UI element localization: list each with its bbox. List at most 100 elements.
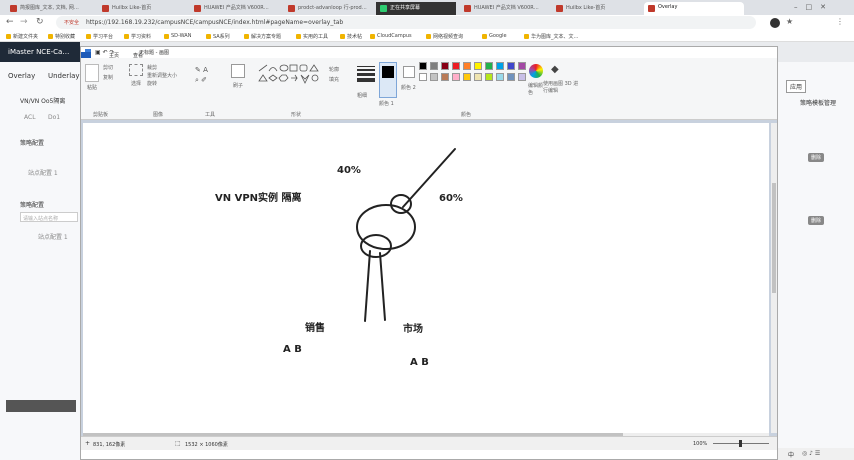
bookmark[interactable]: 解决方案专题	[244, 33, 281, 40]
copy-button[interactable]: 复制	[103, 74, 113, 81]
color-swatch[interactable]	[474, 62, 482, 70]
paint3d-icon[interactable]: ◆	[551, 64, 559, 75]
zoom-slider[interactable]	[713, 440, 769, 447]
brush-icon[interactable]	[231, 64, 245, 78]
size-icon[interactable]	[357, 64, 375, 86]
bookmark[interactable]: 新建文件夹	[6, 33, 38, 40]
tools-group-label: 工具	[205, 112, 216, 118]
label-60pct: 60%	[439, 193, 463, 204]
cut-button[interactable]: 剪切	[103, 64, 113, 71]
site-search-input[interactable]: 请输入站点名称	[20, 212, 78, 222]
apply-button[interactable]: 应用	[786, 80, 807, 93]
menu-icon[interactable]: ⋮	[836, 17, 844, 26]
color-swatch[interactable]	[518, 62, 526, 70]
tab-favicon-icon	[194, 5, 201, 12]
browser-tab[interactable]: HUAWEI 产品文档 V600R…	[460, 2, 548, 15]
delete-button[interactable]: 删除	[808, 216, 825, 225]
policy-template-link[interactable]: 策略模板管理	[800, 98, 836, 107]
color-swatch[interactable]	[419, 73, 427, 81]
resize-button[interactable]: 重新调整大小	[147, 72, 177, 79]
address-bar[interactable]: 不安全 https://192.168.19.232/campusNCE/cam…	[56, 16, 756, 29]
bookmarks-bar: 新建文件夹 特别收藏 学习平台 学习资料 SD-WAN SA系列 解决方案专题 …	[0, 31, 854, 42]
system-tray: 中 ◎ ♪ ☰	[778, 448, 854, 460]
bookmark[interactable]: 实用的工具	[296, 33, 328, 40]
nce-app-right-panel: 应用 策略模板管理 删除 删除	[778, 62, 854, 460]
acl-tab[interactable]: ACL	[24, 114, 36, 121]
color-swatch[interactable]	[474, 73, 482, 81]
color-swatch[interactable]	[496, 73, 504, 81]
tab-favicon-icon	[556, 5, 563, 12]
bookmark[interactable]: 学习资料	[124, 33, 151, 40]
crop-button[interactable]: 裁剪	[147, 64, 157, 71]
bookmark[interactable]: Google	[482, 33, 507, 39]
bookmark[interactable]: 特别收藏	[48, 33, 75, 40]
drawing-canvas[interactable]: 40% 60% VN VPN实例 隔离 销售 市场 A B A B	[83, 123, 769, 433]
bookmark[interactable]: CloudCampus	[370, 33, 412, 39]
edit-colors-icon[interactable]	[529, 64, 543, 78]
zoom-level: 100%	[693, 441, 708, 447]
color-swatch[interactable]	[452, 62, 460, 70]
color-swatch[interactable]	[507, 62, 515, 70]
bookmark[interactable]: 学习平台	[86, 33, 113, 40]
bookmark[interactable]: 网络视频查询	[426, 33, 463, 40]
bookmark[interactable]: SA系列	[206, 33, 230, 40]
site-config-item[interactable]: 站点配置 1	[38, 232, 68, 241]
vertical-line-right	[379, 252, 386, 321]
tab-favicon-icon	[464, 5, 471, 12]
color-swatch[interactable]	[419, 62, 427, 70]
rotate-button[interactable]: 旋转	[147, 80, 157, 87]
reload-icon[interactable]: ↻	[36, 17, 44, 27]
forward-icon[interactable]: →	[20, 17, 28, 27]
vn-isolation-item[interactable]: VN/VN Oo5隔离	[20, 96, 65, 105]
color-swatch[interactable]	[441, 73, 449, 81]
color-swatch[interactable]	[430, 73, 438, 81]
browser-tab[interactable]: HUAWEI 产品文档 V600R…	[190, 2, 280, 15]
tab-favicon-icon	[102, 5, 109, 12]
tray-icons[interactable]: ◎ ♪ ☰	[802, 450, 820, 457]
color-swatch[interactable]	[485, 62, 493, 70]
color-swatch[interactable]	[441, 62, 449, 70]
ime-indicator[interactable]: 中	[788, 450, 794, 459]
nav-overlay[interactable]: Overlay	[8, 72, 35, 80]
eyedropper-icon[interactable]: ⌕ ✐	[195, 76, 207, 85]
screen-share-tab[interactable]: 正在共享屏幕	[376, 2, 456, 15]
browser-tab-active[interactable]: Overlay	[644, 2, 744, 15]
color-swatch[interactable]	[452, 73, 460, 81]
color-swatch[interactable]	[485, 73, 493, 81]
browser-tab[interactable]: Huilbx Like-首页	[98, 2, 186, 15]
shapes-gallery[interactable]	[257, 64, 327, 90]
share-icon	[380, 5, 387, 12]
profile-avatar[interactable]	[770, 18, 780, 28]
delete-button[interactable]: 删除	[808, 153, 825, 162]
window-controls[interactable]: –□✕	[794, 3, 854, 13]
browser-tab[interactable]: prodct-advanloop 行-prod…	[284, 2, 372, 15]
extensions-icon[interactable]: ★	[786, 17, 793, 26]
nav-underlay[interactable]: Underlay	[48, 72, 80, 80]
color-swatch[interactable]	[507, 73, 515, 81]
bookmark[interactable]: 华为图库_文本、文…	[524, 33, 579, 40]
bookmark[interactable]: SD-WAN	[164, 33, 191, 39]
browser-tab[interactable]: Huilbx Like-首页	[552, 2, 640, 15]
color-swatch[interactable]	[463, 73, 471, 81]
color2-selector[interactable]	[403, 66, 415, 78]
fill-dropdown[interactable]: 填充	[329, 76, 339, 83]
color1-selector[interactable]	[379, 62, 397, 98]
outline-dropdown[interactable]: 轮廓	[329, 66, 339, 73]
site-config-item[interactable]: 站点配置 1	[28, 168, 58, 177]
vertical-scrollbar[interactable]	[771, 123, 777, 433]
color-swatch[interactable]	[430, 62, 438, 70]
color-swatch[interactable]	[518, 73, 526, 81]
bookmark[interactable]: 技术帖	[340, 33, 362, 40]
small-circle-top	[390, 194, 412, 214]
paste-icon[interactable]	[85, 64, 99, 82]
browser-tab[interactable]: 简报图库_文本, 文档, 网…	[6, 2, 94, 15]
paint-window: ▣ ↶ ↷ 无标题 - 画图 主页 查看 粘贴 剪切 复制 剪贴板 选择 裁剪 …	[80, 46, 778, 460]
select-icon[interactable]	[129, 64, 143, 76]
back-icon[interactable]: ←	[6, 17, 14, 27]
color-swatch[interactable]	[496, 62, 504, 70]
color-swatch[interactable]	[463, 62, 471, 70]
tab-favicon-icon	[10, 5, 17, 12]
do1-tab[interactable]: Do1	[48, 114, 60, 121]
pencil-icon[interactable]: ✎ A	[195, 66, 208, 74]
color1-label: 颜色 1	[379, 101, 394, 107]
